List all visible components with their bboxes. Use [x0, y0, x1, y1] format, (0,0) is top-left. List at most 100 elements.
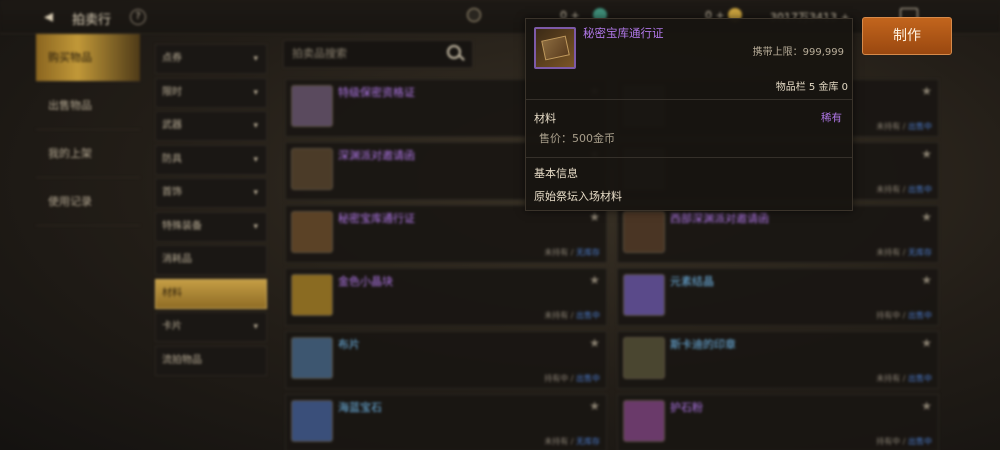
item-name: 斯卡迪的印章: [670, 338, 736, 351]
item-card[interactable]: 海蓝宝石 ★ 未持有 / 无库存: [285, 394, 607, 450]
tooltip-rarity: 稀有: [821, 112, 842, 124]
divider: [526, 157, 852, 158]
item-icon: [291, 274, 333, 316]
item-name: 海蓝宝石: [338, 401, 382, 414]
page-title: 拍卖行: [72, 13, 112, 28]
category-item[interactable]: 特殊装备 ▾: [155, 211, 267, 242]
item-icon: [291, 148, 333, 190]
search-icon[interactable]: [447, 45, 461, 59]
sale-status: 无库存: [576, 248, 600, 257]
tooltip-stock: 物品栏 5 金库 0: [775, 82, 848, 93]
sale-status: 出售中: [908, 374, 932, 383]
chevron-down-icon: ▾: [253, 322, 258, 332]
item-name: 西部深渊派对邀请函: [670, 212, 769, 225]
item-card[interactable]: 金色小晶块 ★ 未持有 / 出售中: [285, 268, 607, 326]
item-icon: [623, 400, 665, 442]
hold-status: 未持有: [544, 437, 569, 446]
tooltip-basic-info-title: 基本信息: [534, 167, 578, 180]
item-status: 持有中 / 出售中: [544, 373, 600, 384]
item-status: 未持有 / 无库存: [544, 436, 600, 447]
category-item[interactable]: 卡片 ▾: [155, 312, 267, 342]
item-card[interactable]: 布片 ★ 持有中 / 出售中: [285, 331, 607, 389]
item-name: 金色小晶块: [338, 275, 393, 288]
favorite-star-icon[interactable]: ★: [921, 210, 932, 224]
tooltip-item-name: 秘密宝库通行证: [583, 26, 664, 40]
favorite-star-icon[interactable]: ★: [589, 399, 600, 413]
hold-status: 未持有: [544, 248, 569, 257]
favorite-star-icon[interactable]: ★: [921, 336, 932, 350]
item-status: 未持有 / 出售中: [876, 184, 932, 195]
item-card[interactable]: 西部深渊派对邀请函 ★ 未持有 / 无库存: [617, 205, 939, 263]
item-name: 秘密宝库通行证: [338, 212, 415, 225]
nav-item-3[interactable]: 使用记录: [36, 178, 140, 226]
item-icon: [623, 274, 665, 316]
category-item[interactable]: 限时 ▾: [155, 77, 267, 108]
item-name: 深渊派对邀请函: [338, 149, 415, 162]
nav-item-1[interactable]: 出售物品: [36, 82, 140, 130]
favorite-star-icon[interactable]: ★: [921, 273, 932, 287]
hold-status: 未持有: [876, 248, 901, 257]
back-arrow-icon[interactable]: ◂: [44, 7, 64, 27]
item-name: 护石粉: [670, 401, 703, 414]
item-icon: [623, 337, 665, 379]
category-item[interactable]: 点券 ▾: [155, 44, 267, 74]
tooltip-description: 原始祭坛入场材料: [534, 190, 622, 203]
sale-status: 出售中: [908, 185, 932, 194]
chevron-down-icon: ▾: [253, 221, 258, 232]
chevron-down-icon: ▾: [253, 188, 258, 198]
favorite-star-icon[interactable]: ★: [589, 336, 600, 350]
ticket-icon: [534, 27, 576, 69]
sale-status: 出售中: [908, 311, 932, 320]
category-label: 首饰: [162, 187, 182, 198]
category-label: 武器: [162, 120, 182, 131]
item-icon: [291, 85, 333, 127]
category-item[interactable]: 防具 ▾: [155, 144, 267, 175]
category-label: 流拍物品: [162, 354, 202, 366]
item-name: 布片: [338, 338, 360, 351]
favorite-star-icon[interactable]: ★: [921, 147, 932, 161]
category-item[interactable]: 武器 ▾: [155, 111, 267, 141]
chevron-down-icon: ▾: [253, 87, 258, 98]
favorite-star-icon[interactable]: ★: [589, 273, 600, 287]
sale-status: 出售中: [908, 437, 932, 446]
craft-button[interactable]: 制作: [862, 17, 952, 55]
item-card[interactable]: 护石粉 ★ 持有中 / 出售中: [617, 394, 939, 450]
tooltip-price: 售价：500金币: [539, 132, 615, 145]
help-icon[interactable]: ?: [130, 9, 146, 25]
category-item[interactable]: 材料: [155, 278, 267, 309]
item-name: 特级保密资格证: [338, 86, 415, 99]
separator: /: [900, 185, 908, 194]
separator: /: [900, 374, 908, 383]
chevron-down-icon: ▾: [253, 54, 258, 64]
sale-status: 无库存: [908, 248, 932, 257]
category-item[interactable]: 流拍物品: [155, 345, 267, 376]
favorite-star-icon[interactable]: ★: [589, 210, 600, 224]
item-status: 持有中 / 出售中: [876, 310, 932, 321]
category-label: 限时: [162, 86, 182, 98]
tooltip-item-type: 材料: [534, 112, 556, 125]
tooltip-carry-limit: 携带上限：999,999: [752, 47, 844, 58]
category-label: 点券: [162, 53, 182, 64]
item-card[interactable]: 斯卡迪的印章 ★ 未持有 / 出售中: [617, 331, 939, 389]
separator: /: [568, 311, 576, 320]
left-nav: 购买物品 出售物品 我的上架 使用记录: [36, 34, 140, 226]
category-list: 点券 ▾ 限时 ▾ 武器 ▾ 防具 ▾ 首饰 ▾ 特殊装备 ▾ 消耗品 材料 卡片 ▾ 流拍物品: [155, 44, 267, 379]
separator: /: [900, 122, 908, 131]
category-label: 卡片: [162, 321, 182, 332]
hold-status: 未持有: [876, 374, 901, 383]
item-status: 未持有 / 出售中: [544, 310, 600, 321]
item-card[interactable]: 秘密宝库通行证 ★ 未持有 / 无库存: [285, 205, 607, 263]
favorite-star-icon[interactable]: ★: [921, 84, 932, 98]
sale-status: 出售中: [576, 311, 600, 320]
item-status: 未持有 / 出售中: [876, 121, 932, 132]
nav-item-2[interactable]: 我的上架: [36, 130, 140, 178]
nav-item-0[interactable]: 购买物品: [36, 34, 140, 82]
hold-status: 持有中: [876, 437, 901, 446]
favorite-star-icon[interactable]: ★: [921, 399, 932, 413]
category-item[interactable]: 消耗品: [155, 245, 267, 275]
item-card[interactable]: 元素结晶 ★ 持有中 / 出售中: [617, 268, 939, 326]
search-input[interactable]: 拍卖品搜索: [283, 40, 473, 68]
separator: /: [900, 248, 908, 257]
category-item[interactable]: 首饰 ▾: [155, 178, 267, 208]
category-label: 材料: [162, 287, 182, 299]
